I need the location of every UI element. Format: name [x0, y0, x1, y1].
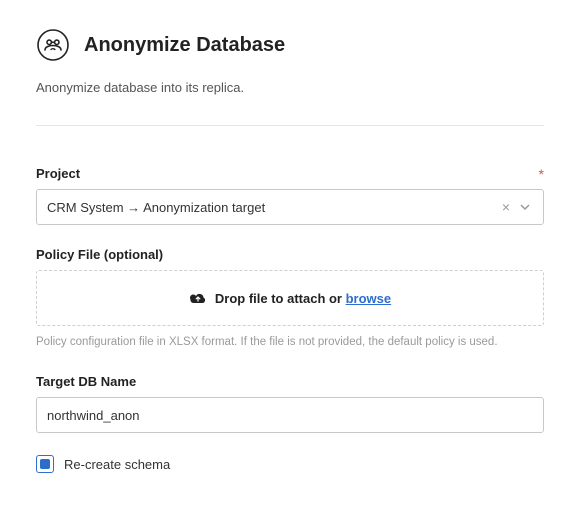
anonymize-icon	[36, 28, 70, 62]
recreate-schema-checkbox[interactable]	[36, 455, 54, 473]
project-label: Project	[36, 166, 80, 181]
section-divider	[36, 125, 544, 126]
page-header: Anonymize Database	[36, 28, 544, 62]
target-db-input[interactable]	[36, 397, 544, 433]
target-db-label: Target DB Name	[36, 374, 136, 389]
policy-helper-text: Policy configuration file in XLSX format…	[36, 336, 544, 348]
chevron-down-icon[interactable]	[519, 201, 537, 213]
recreate-schema-label: Re-create schema	[64, 457, 170, 472]
project-select-value: CRM System → Anonymization target	[47, 200, 265, 215]
clear-icon[interactable]: ×	[497, 199, 515, 215]
policy-field: Policy File (optional) Drop file to atta…	[36, 247, 544, 348]
dropzone-text: Drop file to attach or browse	[215, 291, 391, 306]
policy-label: Policy File (optional)	[36, 247, 163, 262]
project-field: Project * CRM System → Anonymization tar…	[36, 166, 544, 225]
target-db-field: Target DB Name	[36, 374, 544, 433]
page-subtitle: Anonymize database into its replica.	[36, 80, 544, 95]
required-marker: *	[539, 167, 544, 181]
page-title: Anonymize Database	[84, 34, 285, 57]
recreate-schema-row: Re-create schema	[36, 455, 544, 473]
project-select[interactable]: CRM System → Anonymization target ×	[36, 189, 544, 225]
browse-link[interactable]: browse	[346, 291, 392, 306]
file-dropzone[interactable]: Drop file to attach or browse	[36, 270, 544, 326]
cloud-upload-icon	[189, 291, 207, 305]
checkbox-checked-icon	[40, 459, 50, 469]
